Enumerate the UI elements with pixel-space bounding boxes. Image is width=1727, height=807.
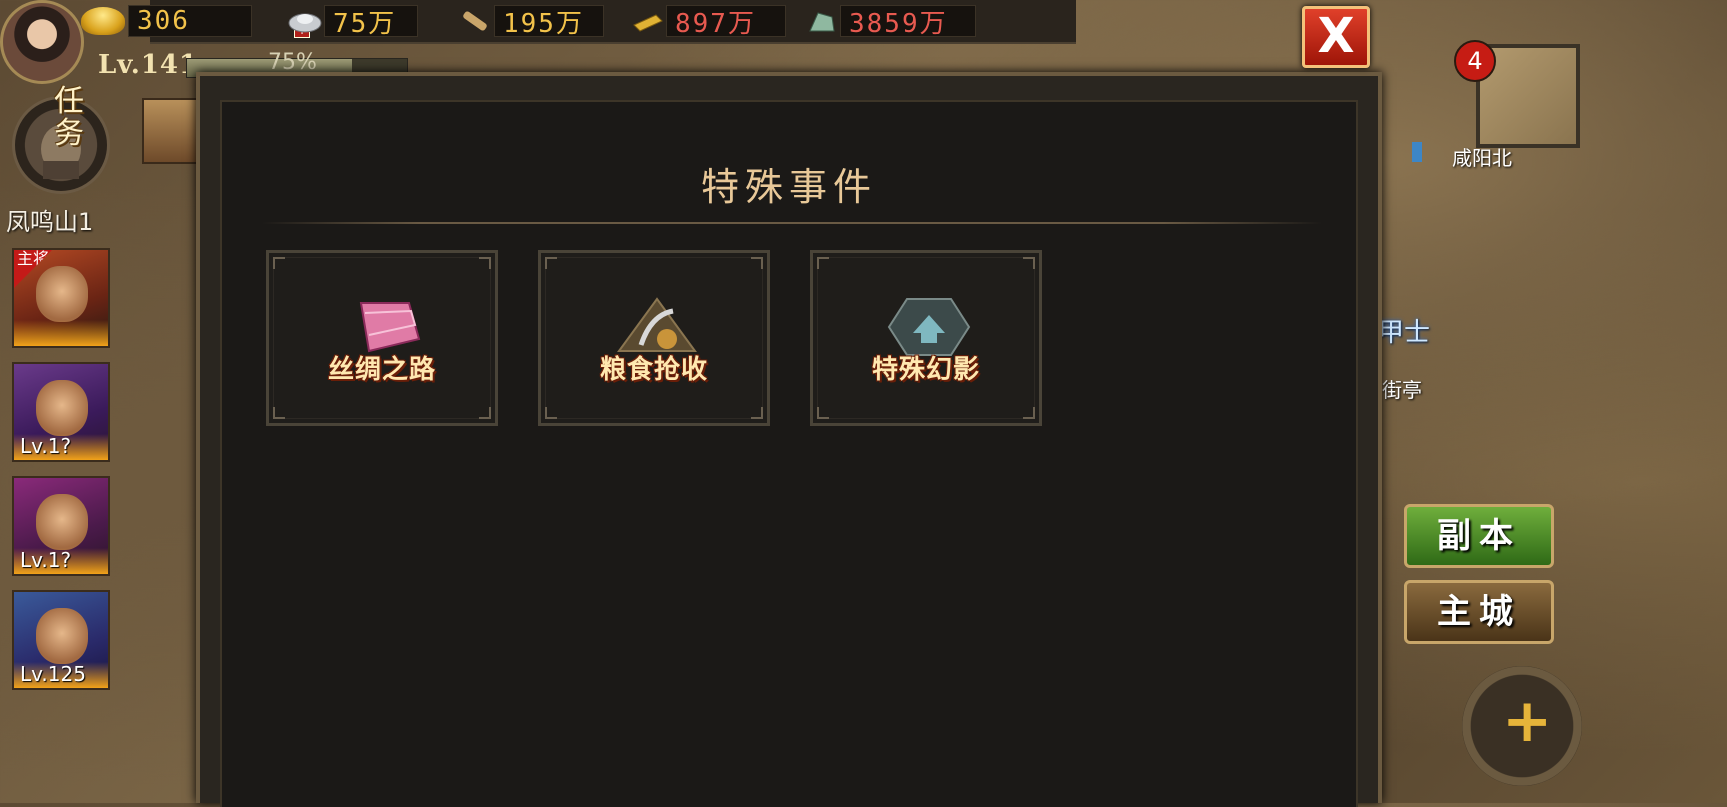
map-label-pavilion[interactable]: 街亭: [1382, 374, 1422, 403]
hero-face: [36, 380, 88, 436]
hero-face: [36, 266, 88, 322]
location-name: 凤鸣山1: [6, 208, 94, 236]
dungeon-button[interactable]: 副本: [1404, 504, 1554, 568]
dialog-body: 特殊事件 丝绸之路 粮食抢收 特殊幻影: [220, 100, 1358, 807]
silver-resource: 75万: [286, 4, 418, 39]
gold-ingot-icon: [78, 4, 128, 38]
gold-value: 306: [128, 5, 252, 37]
wood-value: 195万: [494, 5, 604, 39]
special-events-dialog: 特殊事件 丝绸之路 粮食抢收 特殊幻影: [196, 72, 1382, 807]
jade-resource: 3859万: [802, 4, 976, 39]
expand-menu-button[interactable]: +: [1462, 666, 1582, 786]
title-divider: [262, 222, 1322, 224]
hero-level: Lv.1?: [14, 434, 108, 460]
iron-resource: 897万: [628, 4, 786, 39]
hero-face: [36, 494, 88, 550]
hero-portrait-4[interactable]: Lv.125: [12, 590, 110, 690]
event-label: 特殊幻影: [871, 355, 980, 385]
gold-resource[interactable]: 306: [78, 4, 252, 38]
hero-level: Lv.1?: [14, 548, 108, 574]
main-city-button[interactable]: 主城: [1404, 580, 1554, 644]
jade-value: 3859万: [840, 5, 976, 39]
resource-bar: 306 + 75万 195万 897万 3859万: [81, 0, 1076, 44]
close-button[interactable]: X: [1302, 6, 1370, 68]
hero-level: [14, 320, 108, 346]
silver-value: 75万: [324, 5, 418, 39]
player-level: Lv.141: [98, 50, 199, 80]
iron-bar-icon: [628, 4, 666, 38]
notification-badge: 4: [1454, 40, 1496, 82]
wood-resource: 195万: [456, 4, 604, 39]
event-label: 粮食抢收: [599, 355, 708, 385]
quest-label: 任务: [54, 84, 84, 151]
plus-icon: +: [1502, 686, 1553, 756]
event-silk-road[interactable]: 丝绸之路: [266, 250, 498, 426]
jade-stone-icon: [802, 4, 840, 38]
event-special-phantom[interactable]: 特殊幻影: [810, 250, 1042, 426]
hero-portrait-2[interactable]: Lv.1?: [12, 362, 110, 462]
dialog-title: 特殊事件: [700, 165, 877, 209]
wood-icon: [456, 4, 494, 38]
hero-portrait-1[interactable]: 主将: [12, 248, 110, 348]
event-label: 丝绸之路: [327, 355, 436, 385]
hero-face: [36, 608, 88, 664]
iron-value: 897万: [666, 5, 786, 39]
silver-ingot-icon: [286, 4, 324, 38]
hero-portrait-3[interactable]: Lv.1?: [12, 476, 110, 576]
hero-level: Lv.125: [14, 662, 108, 688]
event-grain-harvest[interactable]: 粮食抢收: [538, 250, 770, 426]
map-label-armor[interactable]: 甲士: [1378, 312, 1430, 349]
treasure-chest-icon[interactable]: [142, 98, 202, 164]
player-avatar[interactable]: [0, 0, 84, 84]
flag-icon: [1412, 142, 1422, 162]
minimap-location: 咸阳北: [1452, 146, 1512, 170]
